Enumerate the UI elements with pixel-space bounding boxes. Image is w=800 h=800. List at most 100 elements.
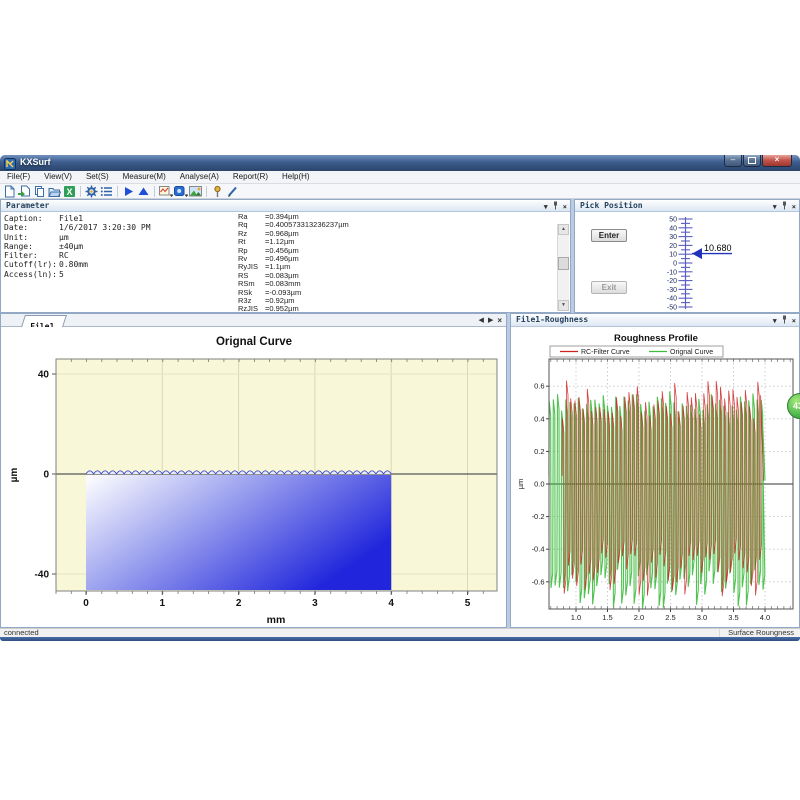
window-bottom-edge — [0, 637, 800, 641]
parameter-scrollbar[interactable]: ▲ ▼ — [557, 224, 569, 311]
svg-text:20: 20 — [669, 243, 677, 250]
svg-text:3.5: 3.5 — [728, 613, 738, 622]
parameter-field-row: Filter: RC — [4, 251, 151, 260]
field-value: RC — [59, 251, 69, 260]
close-icon[interactable]: × — [792, 317, 796, 326]
svg-text:40: 40 — [38, 370, 50, 381]
roughness-panel: File1-Roughness ▼ × 1.01.52.02.53.03.54.… — [510, 313, 800, 628]
menu-item[interactable]: Analyse(A) — [173, 171, 226, 183]
menu-bar: File(F)View(V)Set(S)Measure(M)Analyse(A)… — [0, 171, 800, 184]
scroll-up-icon[interactable]: ▲ — [558, 224, 569, 235]
field-label: Range: — [4, 242, 59, 251]
graph-view-icon[interactable] — [159, 185, 173, 198]
svg-text:-50: -50 — [667, 305, 677, 312]
field-label: Cutoff(lr): — [4, 260, 59, 269]
pick-position-title: Pick Position — [580, 201, 643, 210]
svg-text:0: 0 — [43, 470, 49, 481]
pick-position-probe-icon[interactable] — [211, 185, 225, 198]
svg-text:1.0: 1.0 — [571, 613, 581, 622]
screenshot-canvas: { "window": { "title": "KXSurf", "status… — [0, 0, 800, 800]
pin-icon[interactable] — [781, 315, 788, 327]
parameter-field-row: Access(ln): 5 — [4, 270, 151, 279]
svg-text:Orignal Curve: Orignal Curve — [216, 336, 292, 348]
original-curve-chart: 400-40012345Orignal Curvemmµm — [1, 327, 506, 628]
menu-item[interactable]: Set(S) — [79, 171, 116, 183]
menu-item[interactable]: Report(R) — [226, 171, 275, 183]
field-label: Date: — [4, 223, 59, 232]
svg-text:1.5: 1.5 — [602, 613, 612, 622]
svg-text:30: 30 — [669, 234, 677, 241]
tab-scroll-left-icon[interactable]: ◀ — [479, 315, 484, 326]
parameter-list-icon[interactable] — [100, 185, 114, 198]
minimize-button[interactable]: – — [724, 155, 742, 167]
close-icon[interactable]: × — [563, 203, 567, 212]
menu-item[interactable]: File(F) — [0, 171, 37, 183]
svg-text:-20: -20 — [667, 278, 677, 285]
svg-text:2: 2 — [236, 598, 242, 609]
title-bar: KXSurf – × — [0, 155, 800, 171]
close-button[interactable]: × — [762, 155, 792, 167]
roughness-profile-chart: 1.01.52.02.53.03.54.00.60.40.20.0-0.2-0.… — [511, 327, 799, 628]
pick-position-header: Pick Position ▼ × — [575, 200, 799, 212]
parameter-field-row: Caption: File1 — [4, 214, 151, 223]
field-value: µm — [59, 233, 69, 242]
parameter-field-row: Date: 1/6/2017 3:20:30 PM — [4, 223, 151, 232]
tab-file1[interactable]: File1 — [21, 315, 67, 327]
svg-text:X: X — [66, 187, 72, 197]
pick-position-content: Enter Exit -50-40-30-20-100102030405010.… — [575, 212, 799, 312]
copy-icon[interactable] — [33, 185, 47, 198]
menu-item[interactable]: Measure(M) — [116, 171, 173, 183]
export-excel-icon[interactable]: X — [63, 185, 77, 198]
file1-tab-bar: File1 ◀ ▶ × — [1, 314, 506, 327]
scrollbar-thumb[interactable] — [558, 257, 569, 270]
parameter-panel-content: Caption: File1 Date: 1/6/2017 3:20:30 PM… — [1, 212, 570, 312]
menu-item[interactable]: View(V) — [37, 171, 79, 183]
image-view-icon[interactable] — [189, 185, 203, 198]
svg-text:mm: mm — [267, 614, 286, 626]
svg-text:-40: -40 — [35, 570, 50, 581]
maximize-button[interactable] — [743, 155, 761, 167]
probe-pen-icon[interactable] — [226, 185, 240, 198]
panel-menu-icon[interactable]: ▼ — [773, 203, 777, 212]
open-file-icon[interactable] — [18, 185, 32, 198]
tab-scroll-right-icon[interactable]: ▶ — [488, 315, 493, 326]
pick-position-ruler[interactable]: -50-40-30-20-100102030405010.680 — [575, 212, 800, 313]
settings-gear-icon[interactable] — [85, 185, 99, 198]
parameter-field-row: Unit: µm — [4, 233, 151, 242]
window-title: KXSurf — [20, 157, 51, 167]
field-value: ±40µm — [59, 242, 83, 251]
svg-text:1: 1 — [160, 598, 166, 609]
roughness-panel-title: File1-Roughness — [516, 315, 588, 324]
open-folder-icon[interactable] — [48, 185, 62, 198]
svg-text:-30: -30 — [667, 287, 677, 294]
svg-text:Roughness Profile: Roughness Profile — [614, 333, 698, 344]
svg-text:Orignal Curve: Orignal Curve — [670, 349, 713, 356]
menu-item[interactable]: Help(H) — [275, 171, 317, 183]
svg-text:10: 10 — [669, 252, 677, 259]
svg-text:µm: µm — [9, 468, 20, 483]
lift-probe-icon[interactable] — [137, 185, 151, 198]
start-measure-icon[interactable] — [122, 185, 136, 198]
svg-text:-0.6: -0.6 — [532, 577, 545, 586]
svg-text:0.4: 0.4 — [534, 414, 544, 423]
panel-menu-icon[interactable]: ▼ — [544, 203, 548, 212]
scroll-down-icon[interactable]: ▼ — [558, 300, 569, 311]
svg-text:0: 0 — [673, 261, 677, 268]
svg-text:0.2: 0.2 — [534, 447, 544, 456]
roughness-panel-header: File1-Roughness ▼ × — [511, 314, 799, 327]
close-icon[interactable]: × — [792, 203, 796, 212]
svg-text:0: 0 — [83, 598, 89, 609]
svg-text:40: 40 — [669, 225, 677, 232]
pick-position-panel: Pick Position ▼ × Enter Exit -50-40-30-2… — [574, 199, 800, 313]
mode-status: Surface Roungness — [719, 629, 800, 637]
field-value: 5 — [59, 270, 64, 279]
record-view-icon[interactable] — [174, 185, 188, 198]
tab-close-icon[interactable]: × — [497, 315, 502, 326]
toolbar-separator — [80, 186, 81, 197]
svg-text:3: 3 — [312, 598, 318, 609]
parameter-panel-header: Parameter ▼ × — [1, 200, 570, 212]
new-file-icon[interactable] — [3, 185, 17, 198]
svg-text:5: 5 — [465, 598, 471, 609]
panel-menu-icon[interactable]: ▼ — [773, 317, 777, 326]
svg-text:50: 50 — [669, 217, 677, 224]
